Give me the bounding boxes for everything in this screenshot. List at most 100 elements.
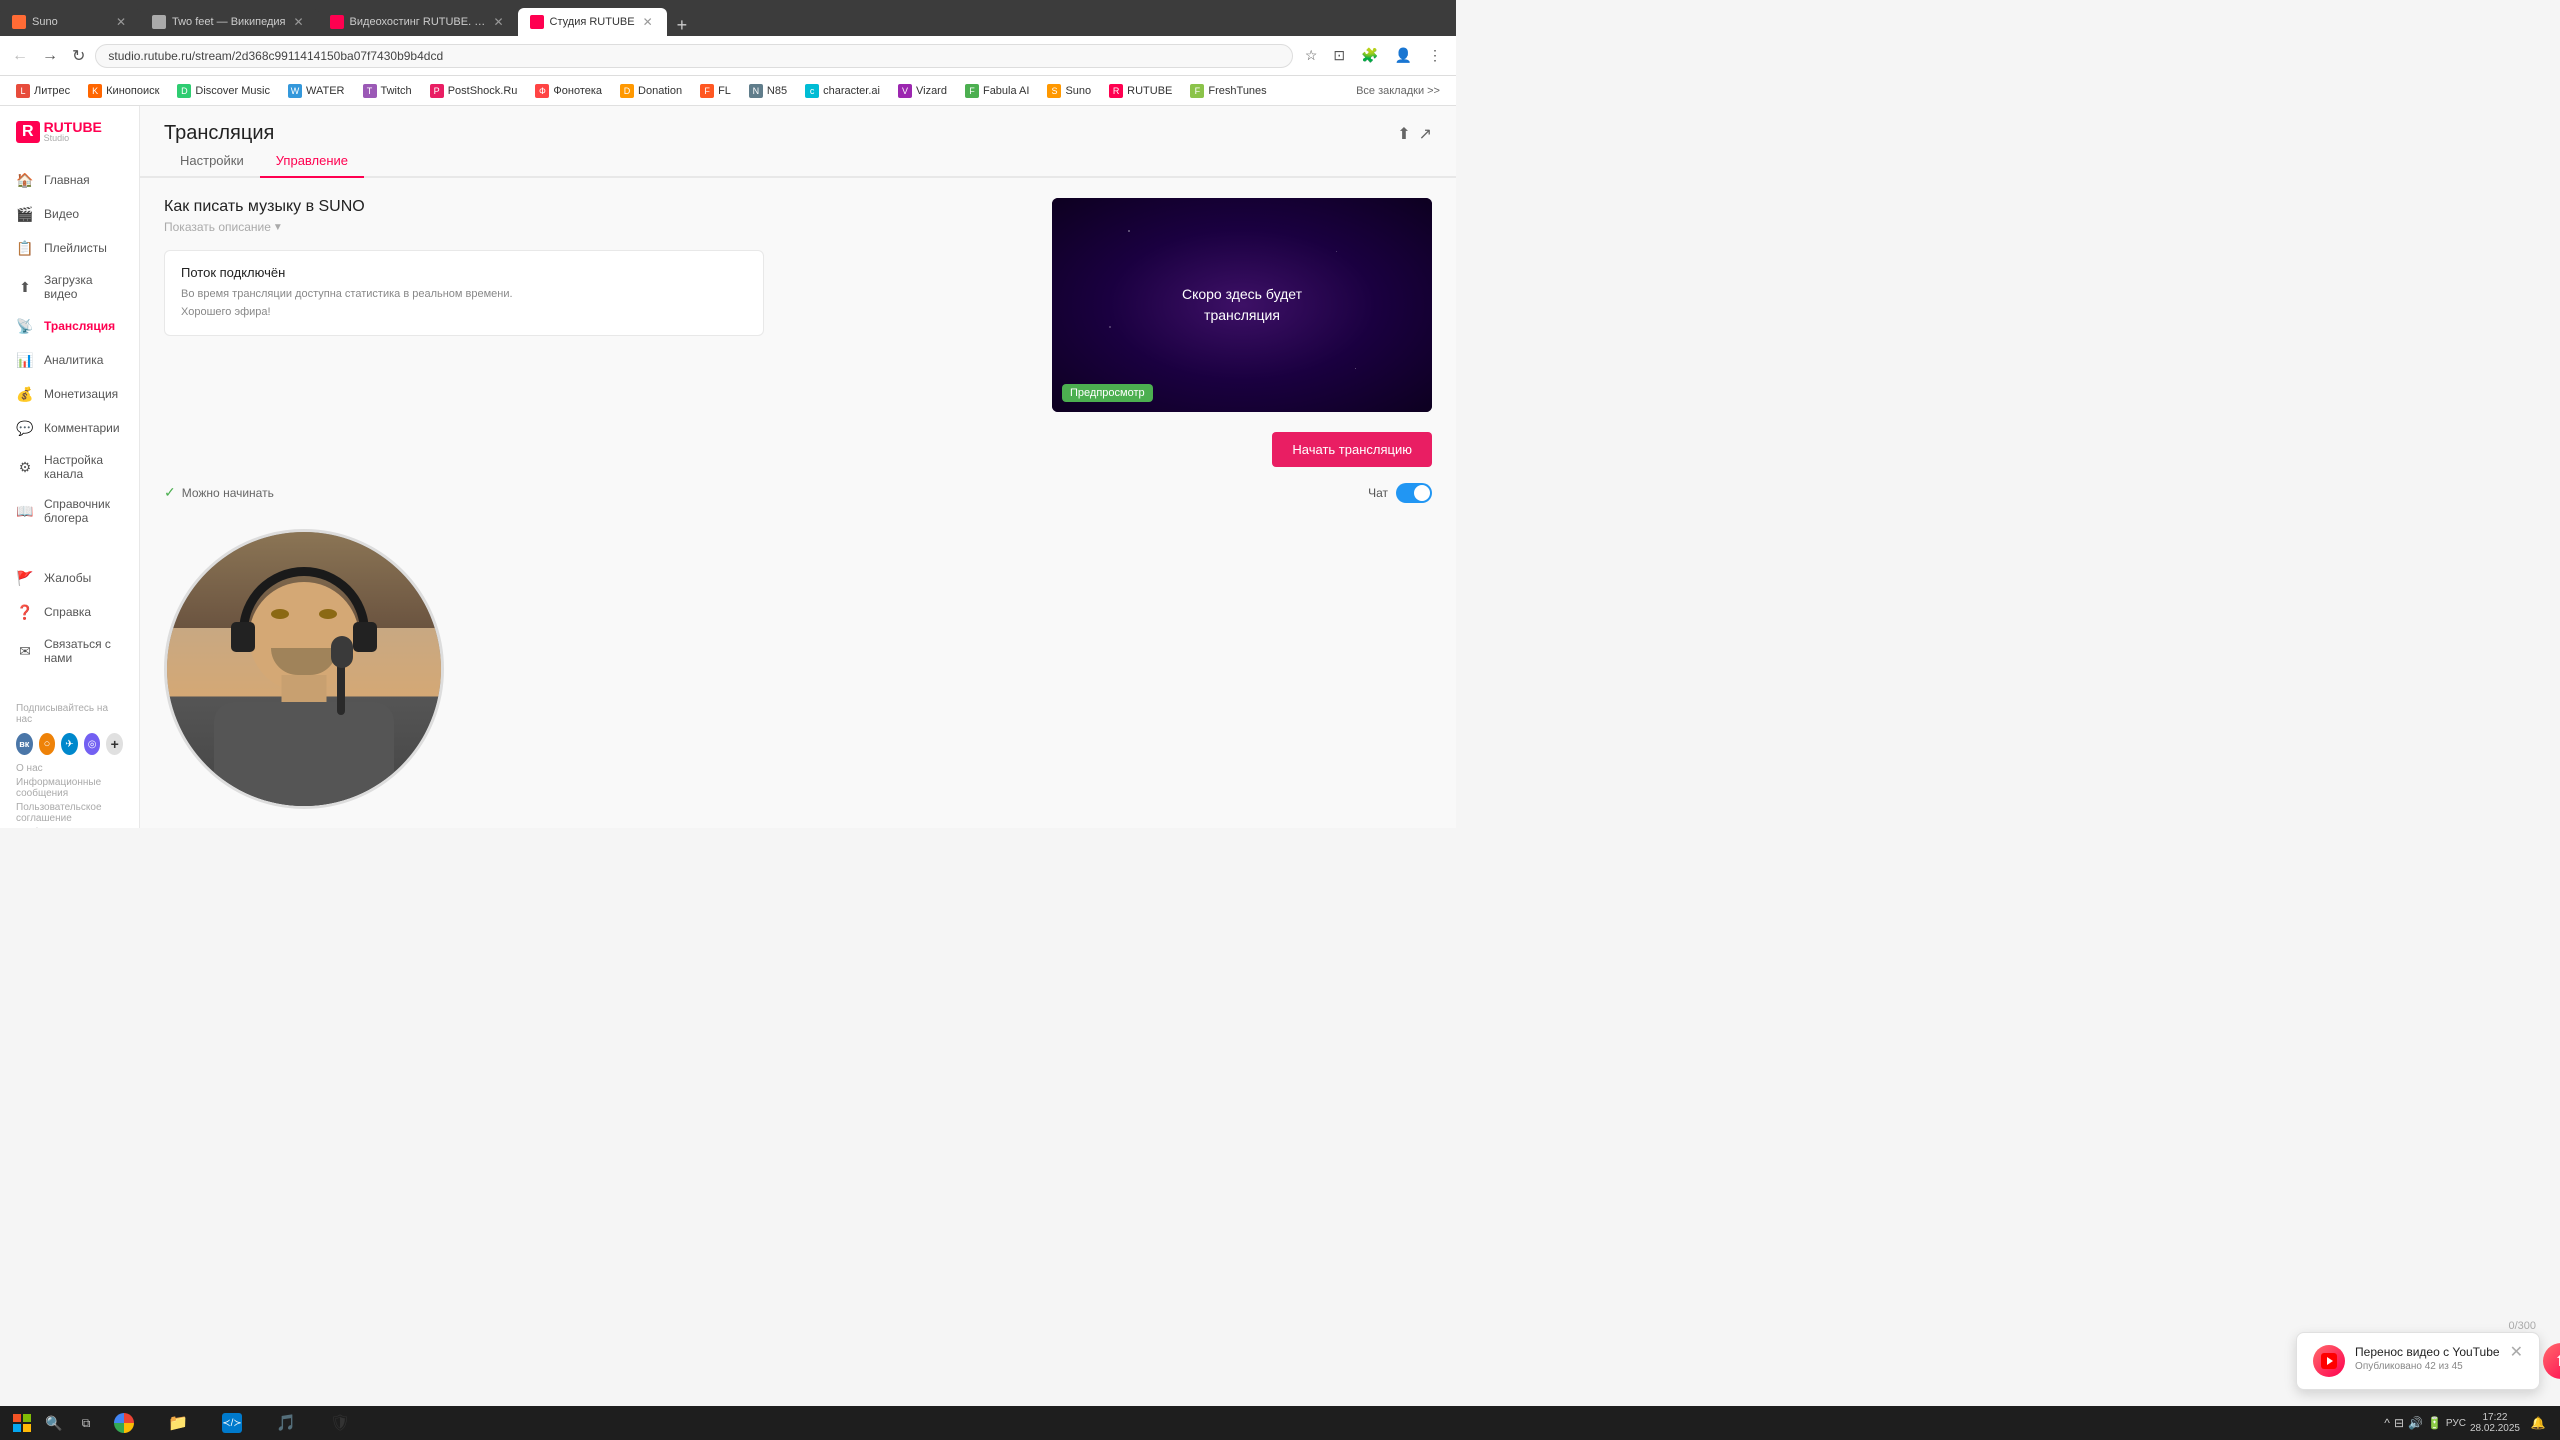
tray-network[interactable]: ⊟ xyxy=(2394,1416,2404,1430)
tray-lang[interactable]: РУС xyxy=(2446,1418,2466,1429)
sidebar-item-channel-settings[interactable]: ⚙ Настройка канала xyxy=(0,445,139,489)
bookmark-postshock[interactable]: P PostShock.Ru xyxy=(422,82,526,100)
bookmark-character[interactable]: c character.ai xyxy=(797,82,888,100)
toast-avatar xyxy=(2313,1345,2345,1377)
sidebar-item-main[interactable]: 🏠 Главная xyxy=(0,163,139,197)
tab-title-suno: Suno xyxy=(32,16,108,28)
stream-desc-link[interactable]: Показать описание ▼ xyxy=(164,220,1028,234)
logo-text: RUTUBE xyxy=(44,120,102,134)
address-bar[interactable]: studio.rutube.ru/stream/2d368c9911414150… xyxy=(95,44,1292,68)
sidebar-item-video[interactable]: 🎬 Видео xyxy=(0,197,139,231)
info-messages-link[interactable]: Информационные сообщения xyxy=(16,777,123,799)
sidebar-item-playlists-label: Плейлисты xyxy=(44,241,107,255)
social-plus[interactable]: + xyxy=(106,733,123,755)
sidebar-item-complaints[interactable]: 🚩 Жалобы xyxy=(0,561,139,595)
tab-manage[interactable]: Управление xyxy=(260,145,364,178)
tab-suno[interactable]: Suno ✕ xyxy=(0,8,140,36)
share-button[interactable]: ⬆ xyxy=(1397,124,1410,144)
checkmark-icon: ✓ xyxy=(164,484,176,501)
tab-wikipedia[interactable]: Two feet — Википедия ✕ xyxy=(140,8,318,36)
taskbar-explorer[interactable]: 📁 xyxy=(158,1409,208,1437)
tab-close-wiki[interactable]: ✕ xyxy=(291,15,305,29)
forward-button[interactable]: → xyxy=(38,43,62,69)
social-telegram[interactable]: ✈ xyxy=(61,733,78,755)
tab-close-rutube[interactable]: ✕ xyxy=(491,15,505,29)
tab-studio[interactable]: Студия RUTUBE ✕ xyxy=(518,8,667,36)
privacy-link[interactable]: Конфиденциальность xyxy=(16,827,123,828)
start-stream-button[interactable]: Начать трансляцию xyxy=(1272,432,1432,467)
taskbar-app5[interactable]: 🛡 xyxy=(320,1409,370,1437)
bookmark-fl[interactable]: F FL xyxy=(692,82,739,100)
bookmark-suno[interactable]: S Suno xyxy=(1039,82,1099,100)
about-link[interactable]: О нас xyxy=(16,763,123,774)
tab-bar: Suno ✕ Two feet — Википедия ✕ Видеохости… xyxy=(0,0,1456,36)
bookmark-discover[interactable]: D Discover Music xyxy=(169,82,278,100)
taskbar-start-button[interactable] xyxy=(8,1409,36,1437)
tray-battery[interactable]: 🔋 xyxy=(2427,1416,2442,1430)
headphone-right xyxy=(353,622,377,652)
sidebar-item-analytics[interactable]: 📊 Аналитика xyxy=(0,343,139,377)
toast-action-avatar[interactable]: ⬆ xyxy=(2543,1343,2560,1379)
bookmark-vizard[interactable]: V Vizard xyxy=(890,82,955,100)
bookmark-kinopoisk[interactable]: K Кинопоиск xyxy=(80,82,167,100)
stream-status-title: Поток подключён xyxy=(181,265,747,280)
taskbar-vscode[interactable]: ≺/≻ xyxy=(212,1409,262,1437)
sidebar-item-upload[interactable]: ⬆ Загрузка видео xyxy=(0,265,139,309)
user-agreement-link[interactable]: Пользовательское соглашение xyxy=(16,802,123,824)
tab-settings[interactable]: Настройки xyxy=(164,145,260,178)
bookmark-rutube-bm-label: RUTUBE xyxy=(1127,85,1172,97)
sidebar-item-monetize[interactable]: 💰 Монетизация xyxy=(0,377,139,411)
taskbar-clock[interactable]: 17:22 28.02.2025 xyxy=(2470,1412,2520,1434)
bookmark-discover-icon: D xyxy=(177,84,191,98)
bookmark-star[interactable]: ☆ xyxy=(1299,43,1324,68)
taskbar-notification[interactable]: 🔔 xyxy=(2524,1409,2552,1437)
bookmark-rutube-bm[interactable]: R RUTUBE xyxy=(1101,82,1180,100)
bookmark-fabula[interactable]: F Fabula AI xyxy=(957,82,1037,100)
bookmark-freshtunes-icon: F xyxy=(1190,84,1204,98)
social-vk[interactable]: вк xyxy=(16,733,33,755)
screen-cast[interactable]: ⊡ xyxy=(1327,43,1351,68)
sidebar-item-playlists[interactable]: 📋 Плейлисты xyxy=(0,231,139,265)
tab-close-studio[interactable]: ✕ xyxy=(641,15,655,29)
chat-toggle[interactable] xyxy=(1396,483,1432,503)
preview-line2: трансляция xyxy=(1182,305,1302,326)
social-viber[interactable]: ◎ xyxy=(84,733,101,755)
tray-arrow[interactable]: ^ xyxy=(2384,1416,2390,1430)
taskbar-taskview[interactable]: ⧉ xyxy=(72,1409,100,1437)
taskbar-chrome[interactable] xyxy=(104,1409,154,1437)
extensions[interactable]: 🧩 xyxy=(1355,43,1384,68)
sidebar-item-reference[interactable]: ❓ Справка xyxy=(0,595,139,629)
tray-volume[interactable]: 🔊 xyxy=(2408,1416,2423,1430)
bookmark-n85[interactable]: N N85 xyxy=(741,82,795,100)
profile-button[interactable]: 👤 xyxy=(1389,43,1418,68)
sidebar-item-contact[interactable]: ✉ Связаться с нами xyxy=(0,629,139,673)
back-button[interactable]: ← xyxy=(8,43,32,69)
bookmark-donation-label: Donation xyxy=(638,85,682,97)
sidebar-item-stream[interactable]: 📡 Трансляция xyxy=(0,309,139,343)
social-ok[interactable]: ○ xyxy=(39,733,56,755)
tab-close-suno[interactable]: ✕ xyxy=(114,15,128,29)
external-link-button[interactable]: ↗ xyxy=(1419,124,1432,144)
sidebar-logo[interactable]: R RUTUBE Studio xyxy=(0,106,139,155)
bookmark-fonoteka[interactable]: Ф Фонотека xyxy=(527,82,610,100)
bookmark-twitch[interactable]: T Twitch xyxy=(355,82,420,100)
sidebar-social: вк ○ ✈ ◎ + xyxy=(16,733,123,755)
sidebar-item-comments[interactable]: 💬 Комментарии xyxy=(0,411,139,445)
bookmark-water[interactable]: W WATER xyxy=(280,82,353,100)
all-bookmarks[interactable]: Все закладки >> xyxy=(1348,85,1448,97)
taskbar-search[interactable]: 🔍 xyxy=(40,1409,68,1437)
menu-button[interactable]: ⋮ xyxy=(1422,43,1448,68)
bookmark-litres[interactable]: L Литрес xyxy=(8,82,78,100)
bookmark-donation[interactable]: D Donation xyxy=(612,82,690,100)
toast-close-button[interactable]: ✕ xyxy=(2510,1345,2523,1361)
system-tray: ^ ⊟ 🔊 🔋 РУС xyxy=(2384,1416,2466,1430)
tab-rutube-video[interactable]: Видеохостинг RUTUBE. Смотр... ✕ xyxy=(318,8,518,36)
taskbar-app4[interactable]: 🎵 xyxy=(266,1409,316,1437)
sidebar-item-blogger-help[interactable]: 📖 Справочник блогера xyxy=(0,489,139,533)
content-area: Как писать музыку в SUNO Показать описан… xyxy=(140,178,1456,529)
bookmark-discover-label: Discover Music xyxy=(195,85,270,97)
bookmark-freshtunes[interactable]: F FreshTunes xyxy=(1182,82,1274,100)
reload-button[interactable]: ↻ xyxy=(68,42,89,70)
bookmark-fonoteka-icon: Ф xyxy=(535,84,549,98)
new-tab-button[interactable]: + xyxy=(667,15,698,36)
